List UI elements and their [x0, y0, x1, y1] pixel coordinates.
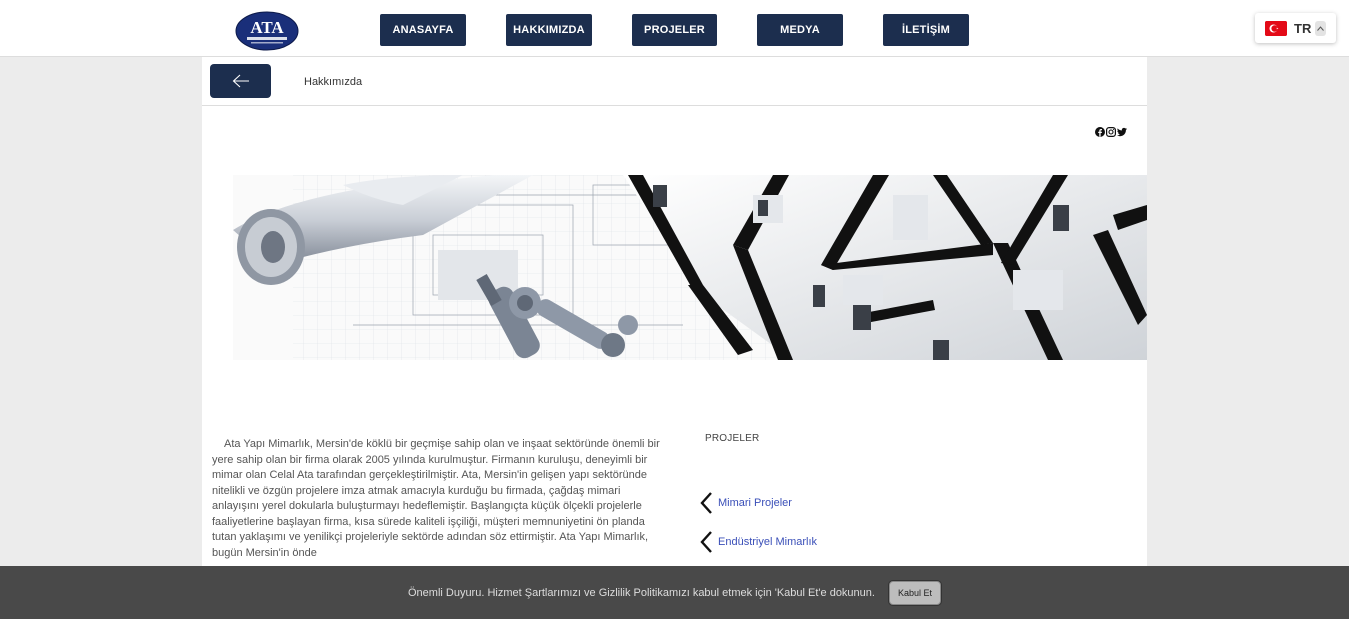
- project-link-endustriyel[interactable]: Endüstriyel Mimarlık: [699, 530, 817, 554]
- nav-projeler[interactable]: PROJELER: [632, 14, 717, 46]
- language-selector[interactable]: TR: [1255, 13, 1336, 43]
- project-link-mimari[interactable]: Mimari Projeler: [699, 491, 792, 515]
- nav-iletisim[interactable]: İLETİŞİM: [883, 14, 969, 46]
- about-text: Ata Yapı Mimarlık, Mersin'de köklü bir g…: [212, 437, 662, 561]
- turkey-flag-icon: [1265, 20, 1287, 36]
- nav-hakkimizda[interactable]: HAKKIMIZDA: [506, 14, 592, 46]
- social-links: [1095, 124, 1127, 138]
- back-button[interactable]: [210, 64, 271, 98]
- nav-anasayfa[interactable]: ANASAYFA: [380, 14, 466, 46]
- nav-medya[interactable]: MEDYA: [757, 14, 843, 46]
- cookie-message: Önemli Duyuru. Hizmet Şartlarımızı ve Gi…: [407, 586, 875, 599]
- facebook-icon[interactable]: [1095, 124, 1105, 137]
- project-link-label[interactable]: Mimari Projeler: [718, 497, 792, 509]
- chevron-left-icon: [700, 492, 712, 514]
- accept-cookies-button[interactable]: Kabul Et: [888, 580, 941, 605]
- svg-text:ATA: ATA: [250, 18, 284, 37]
- project-link-label[interactable]: Endüstriyel Mimarlık: [718, 536, 817, 548]
- instagram-icon[interactable]: [1106, 124, 1117, 138]
- about-paragraph: Ata Yapı Mimarlık, Mersin'de köklü bir g…: [212, 438, 660, 559]
- chevron-left-icon: [700, 531, 712, 553]
- hero-architecture-image: [233, 175, 1147, 360]
- arrow-left-icon: [232, 74, 249, 88]
- projects-heading: PROJELER: [705, 433, 760, 444]
- chevron-up-icon[interactable]: [1315, 20, 1327, 36]
- breadcrumb-title: Hakkımızda: [304, 76, 363, 88]
- language-code: TR: [1294, 20, 1312, 36]
- top-navigation-bar: ATA ANASAYFA HAKKIMIZDA PROJELER MEDYA İ…: [0, 0, 1349, 57]
- breadcrumb-bar: Hakkımızda: [202, 57, 1147, 106]
- cookie-banner: Önemli Duyuru. Hizmet Şartlarımızı ve Gi…: [0, 566, 1349, 619]
- twitter-icon[interactable]: [1117, 124, 1127, 137]
- company-logo[interactable]: ATA: [235, 11, 299, 51]
- content-card: Hakkımızda Ata Yapı Mimarlık, Mersin'de …: [202, 57, 1147, 619]
